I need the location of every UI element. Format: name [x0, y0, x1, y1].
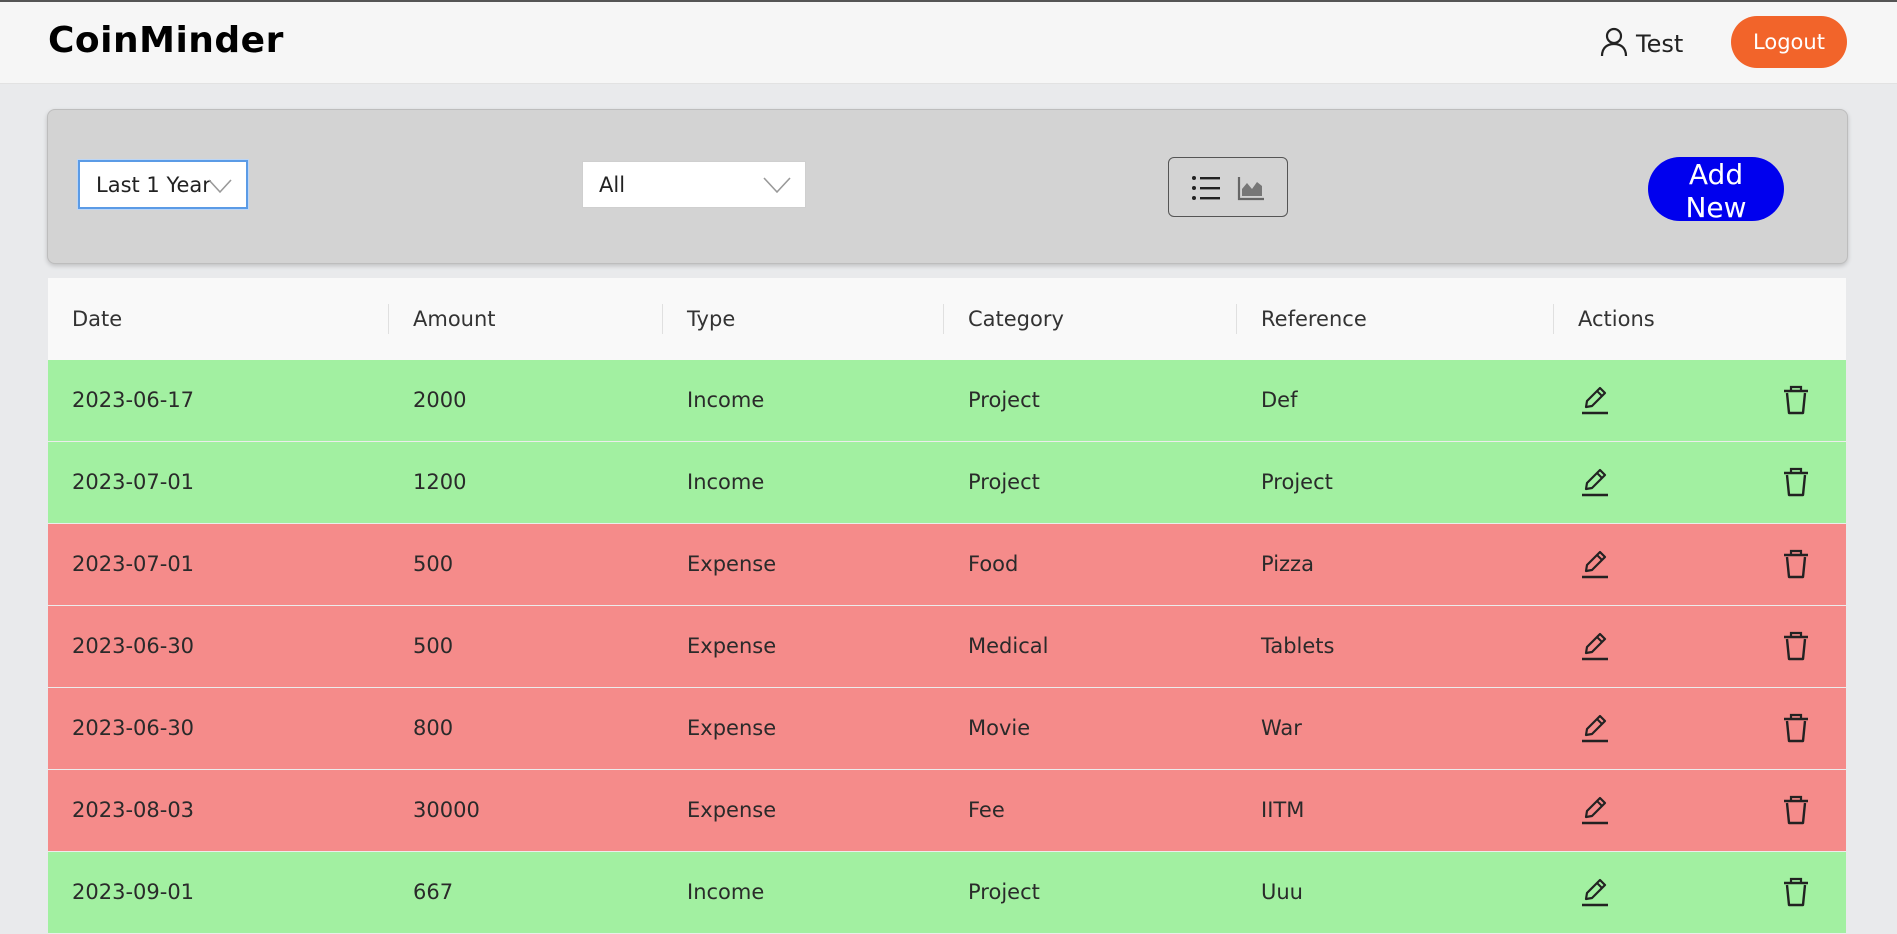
table-row[interactable]: 2023-07-01 500 Expense Food Pizza: [48, 524, 1846, 606]
cell-category: Project: [968, 880, 1040, 904]
cell-amount: 1200: [413, 470, 467, 494]
filter-bar: Last 1 Year All Add New: [47, 109, 1848, 264]
pencil-icon[interactable]: [1578, 465, 1612, 499]
view-toggle: [1168, 157, 1288, 217]
cell-type: Expense: [687, 798, 777, 822]
cell-date: 2023-09-01: [72, 880, 195, 904]
cell-type: Expense: [687, 716, 777, 740]
column-divider: [388, 304, 389, 334]
type-filter-value: All: [599, 172, 626, 197]
cell-category: Food: [968, 552, 1019, 576]
cell-type: Income: [687, 880, 765, 904]
logout-button[interactable]: Logout: [1731, 16, 1847, 68]
cell-type: Income: [687, 388, 765, 412]
transactions-table: Date Amount Type Category Reference Acti…: [48, 278, 1846, 934]
table-header: Date Amount Type Category Reference Acti…: [48, 278, 1846, 360]
chevron-down-icon: [763, 175, 791, 199]
cell-reference: Project: [1261, 470, 1333, 494]
cell-amount: 800: [413, 716, 454, 740]
cell-date: 2023-08-03: [72, 798, 195, 822]
column-header-reference[interactable]: Reference: [1261, 278, 1367, 360]
cell-amount: 500: [413, 634, 454, 658]
cell-reference: Def: [1261, 388, 1298, 412]
trash-icon[interactable]: [1779, 875, 1813, 909]
add-new-button[interactable]: Add New: [1648, 157, 1784, 224]
type-filter-select[interactable]: All: [582, 161, 806, 208]
trash-icon[interactable]: [1779, 629, 1813, 663]
cell-date: 2023-06-30: [72, 716, 195, 740]
pencil-icon[interactable]: [1578, 793, 1612, 827]
brand-logo[interactable]: CoinMinder: [48, 20, 284, 61]
column-header-amount[interactable]: Amount: [413, 278, 496, 360]
pencil-icon[interactable]: [1578, 547, 1612, 581]
cell-type: Expense: [687, 634, 777, 658]
list-icon[interactable]: [1191, 174, 1221, 206]
column-header-type[interactable]: Type: [687, 278, 735, 360]
cell-reference: IITM: [1261, 798, 1305, 822]
cell-reference: Tablets: [1261, 634, 1335, 658]
cell-category: Fee: [968, 798, 1005, 822]
trash-icon[interactable]: [1779, 465, 1813, 499]
cell-date: 2023-06-30: [72, 634, 195, 658]
cell-type: Expense: [687, 552, 777, 576]
column-divider: [1236, 304, 1237, 334]
cell-category: Project: [968, 388, 1040, 412]
navbar: CoinMinder Test Logout: [0, 2, 1897, 84]
column-header-category[interactable]: Category: [968, 278, 1064, 360]
date-range-select[interactable]: Last 1 Year: [78, 160, 248, 209]
pencil-icon[interactable]: [1578, 875, 1612, 909]
table-row[interactable]: 2023-06-17 2000 Income Project Def: [48, 360, 1846, 442]
pencil-icon[interactable]: [1578, 711, 1612, 745]
cell-type: Income: [687, 470, 765, 494]
cell-category: Project: [968, 470, 1040, 494]
cell-date: 2023-07-01: [72, 470, 195, 494]
cell-amount: 667: [413, 880, 454, 904]
cell-reference: Pizza: [1261, 552, 1314, 576]
trash-icon[interactable]: [1779, 547, 1813, 581]
cell-reference: Uuu: [1261, 880, 1303, 904]
table-row[interactable]: 2023-06-30 800 Expense Movie War: [48, 688, 1846, 770]
table-row[interactable]: 2023-08-03 30000 Expense Fee IITM: [48, 770, 1846, 852]
trash-icon[interactable]: [1779, 793, 1813, 827]
area-chart-icon[interactable]: [1237, 174, 1265, 206]
column-header-actions: Actions: [1578, 307, 1655, 331]
table-row[interactable]: 2023-06-30 500 Expense Medical Tablets: [48, 606, 1846, 688]
cell-date: 2023-06-17: [72, 388, 195, 412]
chevron-down-icon: [208, 175, 232, 199]
date-range-value: Last 1 Year: [96, 172, 211, 197]
cell-category: Medical: [968, 634, 1049, 658]
user-menu[interactable]: Test: [1600, 26, 1683, 62]
column-divider: [662, 304, 663, 334]
trash-icon[interactable]: [1779, 383, 1813, 417]
cell-amount: 2000: [413, 388, 467, 412]
column-header-date[interactable]: Date: [72, 278, 122, 360]
column-divider: [1553, 304, 1554, 334]
cell-amount: 500: [413, 552, 454, 576]
cell-amount: 30000: [413, 798, 480, 822]
user-name: Test: [1636, 30, 1684, 58]
column-divider: [943, 304, 944, 334]
pencil-icon[interactable]: [1578, 383, 1612, 417]
trash-icon[interactable]: [1779, 711, 1813, 745]
table-row[interactable]: 2023-07-01 1200 Income Project Project: [48, 442, 1846, 524]
user-icon: [1600, 27, 1628, 61]
cell-date: 2023-07-01: [72, 552, 195, 576]
cell-reference: War: [1261, 716, 1302, 740]
pencil-icon[interactable]: [1578, 629, 1612, 663]
table-row[interactable]: 2023-09-01 667 Income Project Uuu: [48, 852, 1846, 934]
cell-category: Movie: [968, 716, 1031, 740]
